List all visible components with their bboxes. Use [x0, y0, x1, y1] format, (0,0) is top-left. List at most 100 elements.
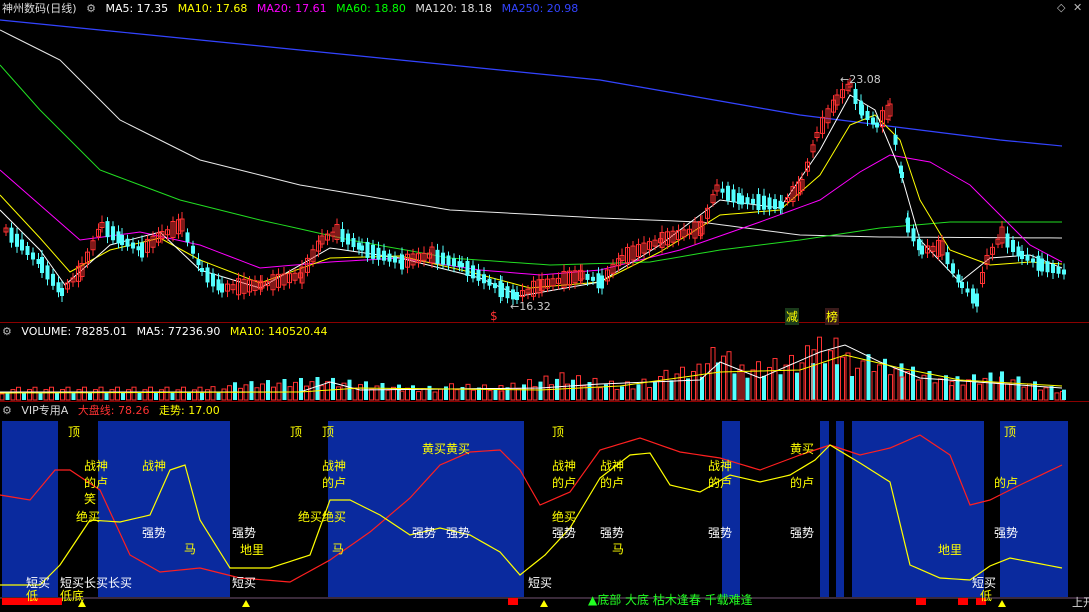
candle-body [720, 188, 725, 193]
candle-body [116, 231, 121, 244]
vip-signal-label: 顶 [322, 425, 335, 439]
vip-signal-label: 顶 [1004, 425, 1017, 439]
candle-body [56, 282, 61, 293]
volume-bar [905, 371, 910, 401]
volume-bar [630, 388, 636, 401]
candle-body [60, 288, 64, 296]
volume-bar [287, 386, 293, 401]
volume-bar [855, 367, 860, 401]
vip-signal-label: 战神 [552, 459, 577, 473]
vip-signal-label: 绝买 [76, 510, 101, 524]
volume-bar [432, 391, 438, 401]
candle-body [351, 238, 356, 248]
volume-bar [98, 386, 104, 401]
volume-bar [1038, 389, 1043, 401]
corner-label: 上开 [1072, 596, 1089, 609]
low-label: ←16.32 [510, 300, 551, 313]
vip-signal-label: 的卢 [790, 476, 815, 490]
volume-bar [732, 373, 737, 400]
vip-signal-label: 强势 [446, 526, 471, 540]
volume-bar [60, 389, 65, 401]
candle-body [875, 122, 879, 128]
volume-bar [1000, 371, 1004, 400]
volume-bar [700, 377, 704, 400]
candle-body [465, 260, 470, 276]
volume-bar [154, 392, 158, 400]
volume-bar [932, 382, 938, 401]
vip-signal-label: 黄买黄买 [422, 442, 471, 456]
candle-body [382, 250, 386, 261]
candle-body [446, 255, 451, 266]
volume-bar [254, 387, 260, 401]
volume-bar [0, 393, 5, 401]
candle-body [767, 197, 772, 210]
vip-signal-label: 的卢 [84, 476, 109, 490]
candle-body [340, 229, 345, 243]
vip-signal-label: 顶 [290, 425, 303, 439]
volume-bar [200, 392, 204, 400]
candle-body [20, 239, 24, 251]
volume-bar [380, 382, 385, 400]
candle-body [360, 245, 364, 251]
vip-signal-label: 强势 [600, 526, 625, 540]
vip-signal-label: 的卢 [322, 476, 347, 490]
vip-signal-label: 的卢 [994, 476, 1019, 490]
volume-bar [293, 381, 298, 401]
volume-bar [238, 387, 243, 401]
candle-body [136, 246, 141, 251]
vip-signal-label: 强势 [994, 526, 1019, 540]
volume-bar [778, 374, 783, 400]
candle-body [865, 111, 870, 120]
volume-bar [319, 385, 325, 401]
candle-body [51, 273, 55, 286]
candle-body [482, 274, 486, 284]
volume-bar [669, 380, 674, 400]
candle-body [220, 283, 224, 293]
volume-bar [82, 386, 87, 401]
vip-signal-label: 顶 [552, 425, 565, 439]
volume-bar [104, 392, 109, 400]
volume-bars [0, 336, 1066, 401]
candle-body [1036, 255, 1041, 271]
jian-marker: 减 [785, 308, 800, 325]
volume-bar [331, 377, 335, 400]
volume-bar [1027, 383, 1032, 401]
volume-bar [304, 385, 309, 401]
candle-body [15, 233, 19, 247]
candle-body [45, 265, 50, 280]
volume-bar [871, 371, 877, 401]
volume-bar [598, 387, 603, 401]
volume-bar [716, 362, 720, 400]
volume-bar [121, 392, 125, 400]
vip-signal-label: 强势 [232, 526, 257, 540]
candle-body [751, 198, 755, 204]
candle-body [441, 252, 445, 265]
candle-body [36, 259, 41, 264]
candle-body [762, 195, 766, 210]
volume-bar [745, 377, 750, 400]
candle-body [191, 245, 195, 254]
volume-bar [845, 352, 851, 401]
candle-body [600, 275, 604, 289]
volume-bar [427, 385, 432, 400]
volume-bar [888, 374, 893, 401]
candle-body [585, 273, 590, 280]
volume-bar [233, 382, 237, 400]
candle-body [911, 228, 916, 242]
candle-body [1011, 240, 1015, 252]
vip-signal-label: 的卢 [552, 476, 577, 490]
volume-bar [76, 389, 82, 401]
volume-bar [1021, 386, 1027, 401]
vip-signal-label: 强势 [708, 526, 733, 540]
candle-body [365, 241, 370, 258]
candle-body [205, 267, 210, 283]
volume-bar [210, 386, 216, 401]
volume-bar [772, 358, 778, 401]
candle-body [871, 117, 875, 125]
volume-bar [789, 354, 794, 401]
volume-bar [175, 389, 181, 401]
volume-bar [538, 381, 543, 400]
vip-signal-label: 战神 [600, 459, 625, 473]
candle-body [1045, 261, 1050, 273]
volume-bar [860, 360, 866, 401]
